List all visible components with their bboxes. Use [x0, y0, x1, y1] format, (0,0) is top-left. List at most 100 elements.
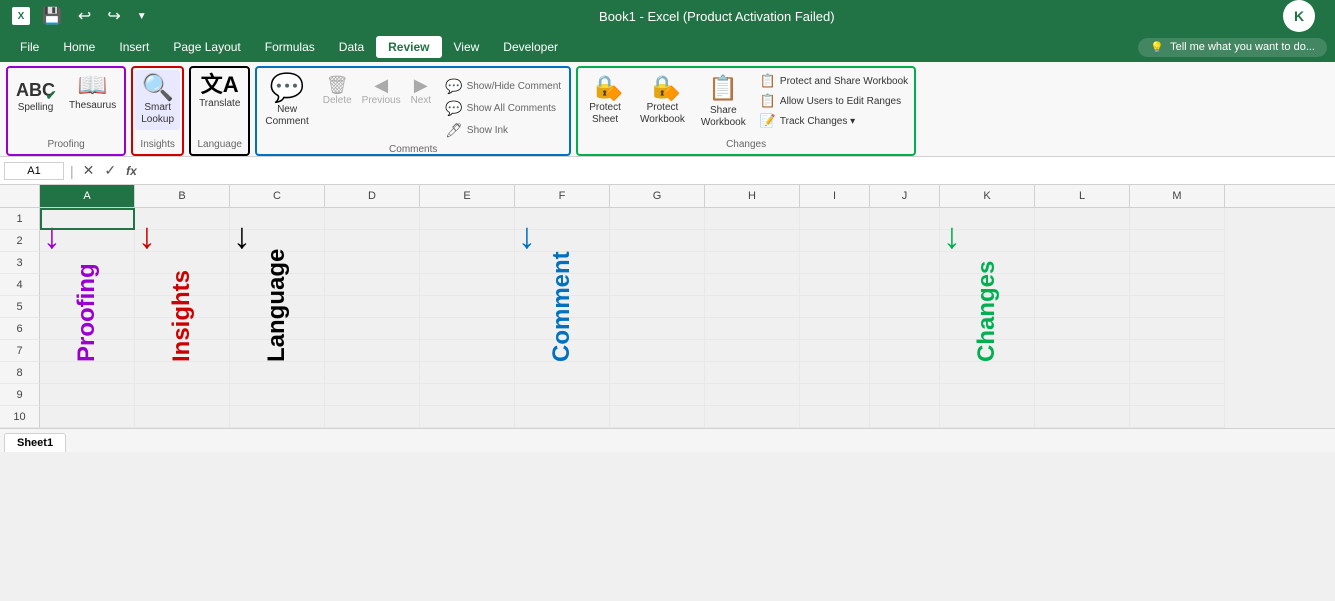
show-hide-comment-button[interactable]: 💬 Show/Hide Comment [439, 76, 567, 97]
cell-I2[interactable] [800, 230, 870, 252]
cell-B9[interactable] [135, 384, 230, 406]
col-header-c[interactable]: C [230, 185, 325, 207]
cell-G2[interactable] [610, 230, 705, 252]
cell-B2[interactable]: ↓ [135, 230, 230, 252]
cell-J10[interactable] [870, 406, 940, 428]
cell-H9[interactable] [705, 384, 800, 406]
sheet-tab-sheet1[interactable]: Sheet1 [4, 433, 66, 452]
cell-I3[interactable] [800, 252, 870, 274]
cell-B3[interactable]: Insights [135, 252, 230, 274]
cell-A3[interactable]: Proofing [40, 252, 135, 274]
cell-L4[interactable] [1035, 274, 1130, 296]
cell-C9[interactable] [230, 384, 325, 406]
cell-D3[interactable] [325, 252, 420, 274]
menu-home[interactable]: Home [51, 36, 107, 58]
col-header-b[interactable]: B [135, 185, 230, 207]
cell-E9[interactable] [420, 384, 515, 406]
cell-H7[interactable] [705, 340, 800, 362]
cell-M1[interactable] [1130, 208, 1225, 230]
cell-J9[interactable] [870, 384, 940, 406]
cell-J4[interactable] [870, 274, 940, 296]
cell-A2[interactable]: ↓ [40, 230, 135, 252]
cell-L3[interactable] [1035, 252, 1130, 274]
cell-J5[interactable] [870, 296, 940, 318]
cell-L1[interactable] [1035, 208, 1130, 230]
cell-D2[interactable] [325, 230, 420, 252]
cell-I7[interactable] [800, 340, 870, 362]
cell-M8[interactable] [1130, 362, 1225, 384]
previous-comment-button[interactable]: ◀ Previous [358, 74, 405, 108]
menu-data[interactable]: Data [327, 36, 376, 58]
cell-M9[interactable] [1130, 384, 1225, 406]
cell-D4[interactable] [325, 274, 420, 296]
cell-H3[interactable] [705, 252, 800, 274]
cell-G7[interactable] [610, 340, 705, 362]
translate-button[interactable]: 文A Translate [193, 70, 246, 114]
share-workbook-button[interactable]: 📋 ShareWorkbook [695, 70, 752, 133]
cell-J3[interactable] [870, 252, 940, 274]
cell-L9[interactable] [1035, 384, 1130, 406]
cell-G10[interactable] [610, 406, 705, 428]
cell-A1[interactable] [40, 208, 135, 230]
cell-E10[interactable] [420, 406, 515, 428]
cell-I1[interactable] [800, 208, 870, 230]
col-header-e[interactable]: E [420, 185, 515, 207]
cancel-formula-icon[interactable]: ✕ [80, 162, 98, 179]
cell-G1[interactable] [610, 208, 705, 230]
cell-L5[interactable] [1035, 296, 1130, 318]
cell-K10[interactable] [940, 406, 1035, 428]
insert-function-icon[interactable]: fx [123, 164, 140, 178]
cell-J7[interactable] [870, 340, 940, 362]
col-header-m[interactable]: M [1130, 185, 1225, 207]
cell-H2[interactable] [705, 230, 800, 252]
undo-icon[interactable]: ↩ [78, 6, 91, 26]
cell-F10[interactable] [515, 406, 610, 428]
cell-D5[interactable] [325, 296, 420, 318]
row-header-6[interactable]: 6 [0, 318, 40, 340]
row-header-10[interactable]: 10 [0, 406, 40, 428]
cell-reference-input[interactable] [4, 162, 64, 180]
thesaurus-button[interactable]: 📖 Thesaurus [63, 70, 122, 116]
row-header-7[interactable]: 7 [0, 340, 40, 362]
allow-users-button[interactable]: 📋 Allow Users to Edit Ranges [756, 92, 912, 110]
col-header-g[interactable]: G [610, 185, 705, 207]
cell-C3[interactable]: Language [230, 252, 325, 274]
new-comment-button[interactable]: 💬 NewComment [259, 70, 314, 132]
cell-D10[interactable] [325, 406, 420, 428]
track-changes-button[interactable]: 📝 Track Changes ▾ [756, 112, 912, 130]
spelling-button[interactable]: ABC ✔ Spelling [10, 70, 61, 118]
cell-L8[interactable] [1035, 362, 1130, 384]
cell-G5[interactable] [610, 296, 705, 318]
cell-A8[interactable] [40, 362, 135, 384]
menu-file[interactable]: File [8, 36, 51, 58]
cell-F9[interactable] [515, 384, 610, 406]
row-header-3[interactable]: 3 [0, 252, 40, 274]
cell-M4[interactable] [1130, 274, 1225, 296]
save-icon[interactable]: 💾 [42, 6, 62, 26]
cell-G3[interactable] [610, 252, 705, 274]
col-header-i[interactable]: I [800, 185, 870, 207]
cell-L7[interactable] [1035, 340, 1130, 362]
row-header-9[interactable]: 9 [0, 384, 40, 406]
cell-J8[interactable] [870, 362, 940, 384]
cell-D8[interactable] [325, 362, 420, 384]
col-header-j[interactable]: J [870, 185, 940, 207]
protect-share-workbook-button[interactable]: 📋 Protect and Share Workbook [756, 72, 912, 90]
cell-I6[interactable] [800, 318, 870, 340]
cell-F8[interactable] [515, 362, 610, 384]
menu-review[interactable]: Review [376, 36, 441, 58]
col-header-a[interactable]: A [40, 185, 135, 207]
cell-A9[interactable] [40, 384, 135, 406]
col-header-d[interactable]: D [325, 185, 420, 207]
cell-I9[interactable] [800, 384, 870, 406]
cell-I10[interactable] [800, 406, 870, 428]
cell-L2[interactable] [1035, 230, 1130, 252]
row-header-2[interactable]: 2 [0, 230, 40, 252]
cell-E4[interactable] [420, 274, 515, 296]
cell-A10[interactable] [40, 406, 135, 428]
cell-E2[interactable] [420, 230, 515, 252]
cell-M2[interactable] [1130, 230, 1225, 252]
col-header-f[interactable]: F [515, 185, 610, 207]
cell-D7[interactable] [325, 340, 420, 362]
cell-I4[interactable] [800, 274, 870, 296]
